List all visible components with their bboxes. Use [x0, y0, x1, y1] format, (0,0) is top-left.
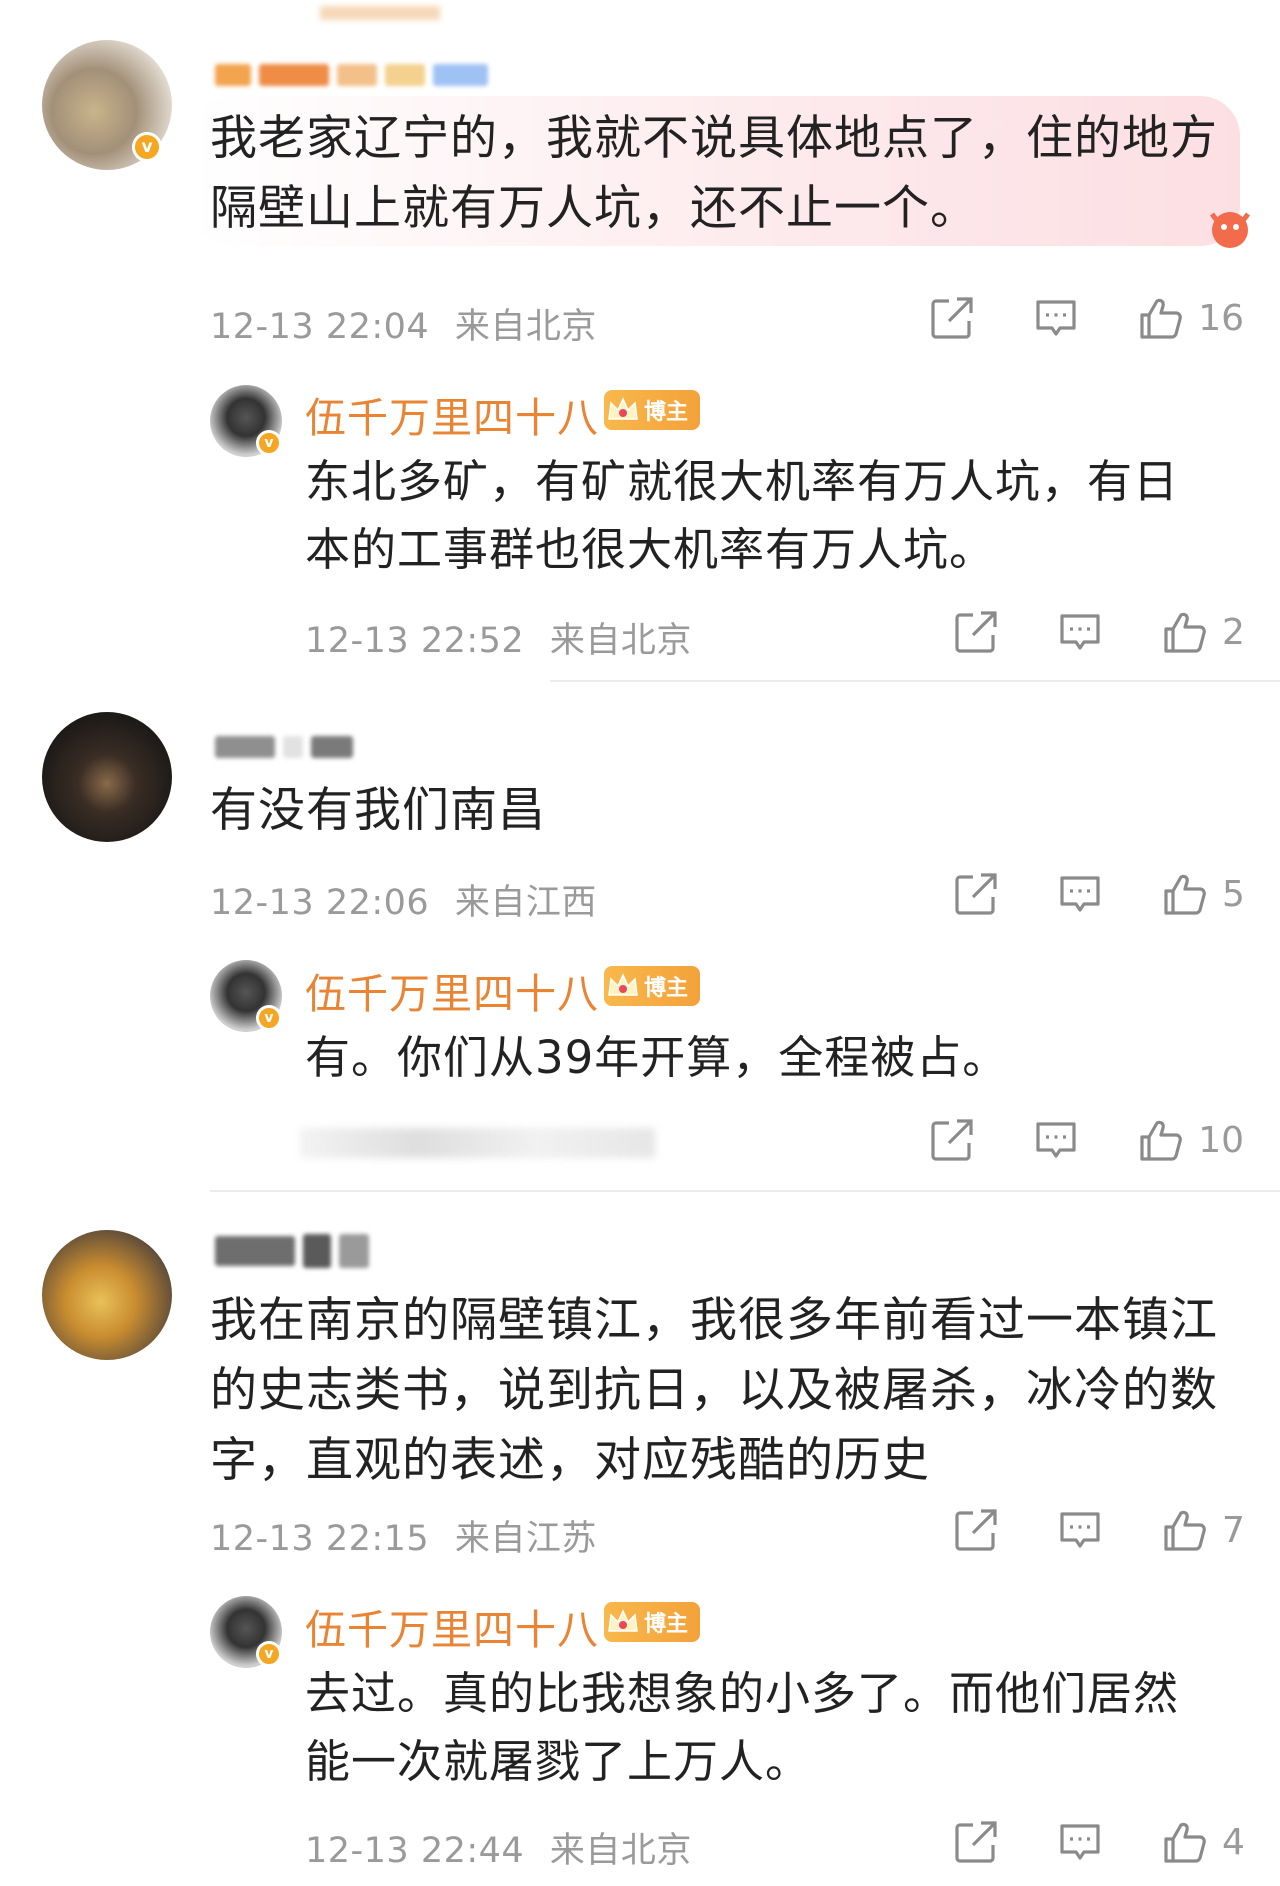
- comment-text: 有没有我们南昌: [210, 783, 546, 838]
- verified-v-icon: v: [256, 430, 282, 456]
- like-button[interactable]: 5: [1154, 864, 1262, 924]
- comment-icon: [1060, 1512, 1100, 1548]
- timestamp: 12-13 22:15: [210, 1519, 430, 1559]
- comment-meta: 12-13 22:06 来自江西: [210, 874, 597, 925]
- reply-button[interactable]: [1026, 288, 1086, 348]
- reply-meta: 12-13 22:44 来自北京: [305, 1822, 692, 1873]
- blogger-badge: 博主: [604, 966, 700, 1006]
- reply-text: 有。你们从39年开算，全程被占。: [305, 1031, 1009, 1084]
- reply-button[interactable]: [1026, 1110, 1086, 1170]
- timestamp: 12-13 22:52: [305, 621, 525, 661]
- comment-icon: [1060, 876, 1100, 912]
- crown-icon: [608, 398, 638, 420]
- verified-v-icon: v: [132, 132, 162, 162]
- crown-icon: [608, 1610, 638, 1632]
- like-count: 16: [1198, 297, 1244, 339]
- reply-meta: 12-13 22:52 来自北京: [305, 612, 692, 663]
- thread-divider: [550, 680, 1280, 682]
- share-button[interactable]: [922, 288, 982, 348]
- share-button[interactable]: [946, 602, 1006, 662]
- timestamp: 12-13 22:44: [305, 1831, 525, 1871]
- comment-actions: 16: [922, 288, 1244, 348]
- comment-icon: [1036, 300, 1076, 336]
- share-icon: [931, 1119, 973, 1161]
- comment-actions: 7: [946, 1500, 1262, 1560]
- verified-v-icon: v: [256, 1641, 282, 1667]
- like-count: 7: [1222, 1509, 1245, 1551]
- like-button[interactable]: 16: [1130, 288, 1244, 348]
- comment-icon: [1060, 1824, 1100, 1860]
- crown-icon: [608, 974, 638, 996]
- blogger-badge: 博主: [604, 1602, 700, 1642]
- like-count: 5: [1222, 873, 1245, 915]
- comment-meta: 12-13 22:15 来自江苏: [210, 1510, 597, 1561]
- share-icon: [955, 1821, 997, 1863]
- location: 来自江苏: [454, 1519, 597, 1559]
- author-name[interactable]: 伍千万里四十八: [305, 1596, 599, 1656]
- share-button[interactable]: [946, 864, 1006, 924]
- share-button[interactable]: [922, 1110, 982, 1170]
- like-count: 4: [1222, 1821, 1245, 1863]
- reply-button[interactable]: [1050, 1812, 1110, 1872]
- username-blurred[interactable]: [215, 1234, 369, 1268]
- share-icon: [955, 611, 997, 653]
- share-button[interactable]: [946, 1812, 1006, 1872]
- verified-v-icon: v: [256, 1005, 282, 1031]
- blogger-badge: 博主: [604, 390, 700, 430]
- reply-meta-blurred: [300, 1128, 655, 1158]
- username-blurred[interactable]: [215, 64, 488, 86]
- reply-button[interactable]: [1050, 864, 1110, 924]
- comment-icon: [1060, 614, 1100, 650]
- comment-text: 我在南京的隔壁镇江，我很多年前看过一本镇江 的史志类书，说到抗日，以及被屠杀，冰…: [210, 1293, 1218, 1488]
- author-name[interactable]: 伍千万里四十八: [305, 960, 599, 1020]
- timestamp: 12-13 22:04: [210, 307, 430, 347]
- reply-text: 去过。真的比我想象的小多了。而他们居然 能一次就屠戮了上万人。: [305, 1667, 1180, 1788]
- comment-actions: 5: [946, 864, 1262, 924]
- share-button[interactable]: [946, 1500, 1006, 1560]
- like-button[interactable]: 7: [1154, 1500, 1262, 1560]
- avatar[interactable]: [42, 1230, 172, 1360]
- share-icon: [931, 297, 973, 339]
- username-blurred[interactable]: [215, 736, 353, 758]
- like-count: 10: [1198, 1119, 1244, 1161]
- thumbs-up-icon: [1164, 612, 1206, 653]
- comment-icon: [1036, 1122, 1076, 1158]
- reply-button[interactable]: [1050, 602, 1110, 662]
- thumbs-up-icon: [1140, 298, 1183, 339]
- like-count: 2: [1222, 611, 1245, 653]
- reply-actions: 10: [922, 1110, 1244, 1170]
- thread-divider: [210, 1190, 1280, 1192]
- location: 来自江西: [454, 883, 597, 923]
- reply-text: 东北多矿，有矿就很大机率有万人坑，有日 本的工事群也很大机率有万人坑。: [305, 455, 1180, 576]
- like-button[interactable]: 4: [1154, 1812, 1262, 1872]
- thumbs-up-icon: [1164, 874, 1206, 915]
- decorative-sticker-icon: [1190, 200, 1260, 260]
- reply-actions: 2: [946, 602, 1262, 662]
- reply-button[interactable]: [1050, 1500, 1110, 1560]
- top-divider: [320, 6, 440, 20]
- reply-actions: 4: [946, 1812, 1262, 1872]
- avatar[interactable]: [42, 712, 172, 842]
- share-icon: [955, 873, 997, 915]
- comment-text: 我老家辽宁的，我就不说具体地点了，住的地方 隔壁山上就有万人坑，还不止一个。: [210, 111, 1218, 236]
- location: 来自北京: [549, 1831, 692, 1871]
- like-button[interactable]: 2: [1154, 602, 1262, 662]
- location: 来自北京: [454, 307, 597, 347]
- thumbs-up-icon: [1164, 1510, 1206, 1551]
- like-button[interactable]: 10: [1130, 1110, 1244, 1170]
- author-name[interactable]: 伍千万里四十八: [305, 384, 599, 444]
- thumbs-up-icon: [1140, 1120, 1183, 1161]
- timestamp: 12-13 22:06: [210, 883, 430, 923]
- share-icon: [955, 1509, 997, 1551]
- thumbs-up-icon: [1164, 1822, 1206, 1863]
- comment-meta: 12-13 22:04 来自北京: [210, 298, 597, 349]
- location: 来自北京: [549, 621, 692, 661]
